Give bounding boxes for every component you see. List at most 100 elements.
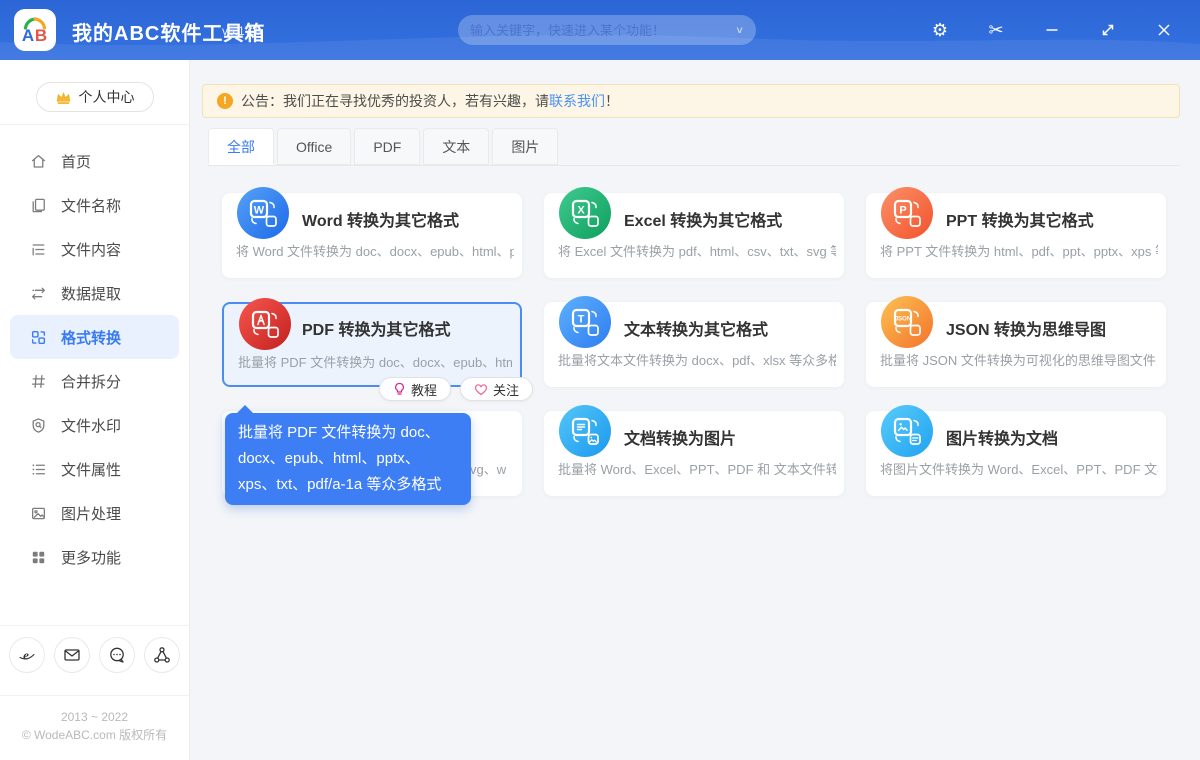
category-tabs: 全部 Office PDF 文本 图片	[208, 128, 1180, 166]
contact-us-link[interactable]: 联系我们	[549, 93, 605, 109]
text-convert-icon: T	[559, 296, 611, 348]
card-desc: 将 PPT 文件转换为 html、pdf、ppt、pptx、xps 等众	[880, 244, 1158, 259]
chat-icon	[110, 647, 124, 663]
sidebar-item-label: 文件水印	[61, 417, 122, 435]
card-title: PPT 转换为其它格式	[946, 213, 1094, 230]
card-text-convert[interactable]: T 文本转换为其它格式 批量将文本文件转换为 docx、pdf、xlsx 等众多…	[544, 296, 844, 387]
search-input[interactable]	[470, 22, 736, 38]
merge-split-icon	[32, 374, 45, 388]
tab-all[interactable]: 全部	[208, 128, 274, 165]
screenshot-button[interactable]: ✂	[968, 0, 1024, 60]
mail-link[interactable]	[54, 637, 90, 673]
watermark-icon	[32, 417, 45, 433]
ie-browser-icon: e	[19, 648, 35, 663]
minimize-icon	[1046, 29, 1058, 31]
excel-convert-icon: X	[559, 187, 611, 239]
sidebar: 个人中心 首页 文件名称 文件内容 数据提取 格式转换 合并拆分 文件水印 文件…	[0, 60, 190, 760]
announcement-text: 公告：我们正在寻找优秀的投资人，若有兴趣，请联系我们！	[241, 91, 619, 111]
sidebar-item-file-content[interactable]: 文件内容	[0, 227, 189, 271]
card-desc: 批量将 PDF 文件转换为 doc、docx、epub、html、	[238, 355, 512, 370]
app-window: A B 我的ABC软件工具箱 v6.17.0 ∨ ⚙ ✂	[0, 0, 1200, 760]
chevron-down-icon[interactable]: ∨	[735, 24, 744, 35]
sidebar-item-home[interactable]: 首页	[0, 139, 189, 183]
image-to-doc-icon	[881, 405, 933, 457]
sidebar-item-label: 文件名称	[61, 197, 122, 215]
window-controls: ⚙ ✂	[912, 0, 1192, 60]
copyright-years: 2013 ~ 2022	[60, 710, 129, 724]
card-title: 文本转换为其它格式	[624, 322, 769, 339]
mail-icon	[64, 649, 80, 661]
tab-image[interactable]: 图片	[492, 128, 559, 165]
minimize-button[interactable]	[1024, 0, 1080, 60]
copyright-owner: © WodeABC.com 版权所有	[21, 728, 168, 742]
profile-center-button[interactable]: 个人中心	[35, 82, 154, 112]
card-title: 图片转换为文档	[946, 431, 1059, 448]
card-image-to-doc[interactable]: 图片转换为文档 将图片文件转换为 Word、Excel、PPT、PDF 文档格	[866, 405, 1166, 496]
card-excel-convert[interactable]: X Excel 转换为其它格式 将 Excel 文件转换为 pdf、html、c…	[544, 187, 844, 278]
sidebar-item-file-name[interactable]: 文件名称	[0, 183, 189, 227]
data-extract-icon	[32, 287, 45, 299]
pdf-convert-icon	[239, 298, 291, 350]
sidebar-item-label: 格式转换	[61, 329, 122, 347]
sidebar-menu: 首页 文件名称 文件内容 数据提取 格式转换 合并拆分 文件水印 文件属性 图片…	[0, 139, 189, 579]
follow-label: 关注	[492, 382, 519, 398]
card-title: Word 转换为其它格式	[302, 213, 460, 230]
card-doc-to-image[interactable]: 文档转换为图片 批量将 Word、Excel、PPT、PDF 和 文本文件转换为	[544, 405, 844, 496]
sidebar-item-label: 文件属性	[61, 461, 122, 479]
announcement-prefix: 公告：我们正在寻找优秀的投资人，若有兴趣，请	[241, 93, 549, 109]
close-button[interactable]	[1136, 0, 1192, 60]
svg-text:B: B	[35, 26, 47, 45]
sidebar-bottom: e 2013 ~ 2022 © WodeABC.com 版权所有	[0, 613, 189, 760]
announcement-suffix: ！	[605, 93, 619, 109]
sidebar-item-format-convert[interactable]: 格式转换	[10, 315, 179, 359]
settings-button[interactable]: ⚙	[912, 0, 968, 60]
card-desc: 将 Excel 文件转换为 pdf、html、csv、txt、svg 等众	[558, 244, 836, 259]
svg-text:W: W	[254, 205, 265, 217]
file-name-icon	[32, 198, 45, 212]
main-content: ! 公告：我们正在寻找优秀的投资人，若有兴趣，请联系我们！ 全部 Office …	[190, 60, 1200, 760]
sidebar-item-file-attrs[interactable]: 文件属性	[0, 447, 189, 491]
browser-link[interactable]: e	[9, 637, 45, 673]
home-icon	[32, 154, 45, 168]
sidebar-item-label: 文件内容	[61, 241, 122, 259]
sidebar-item-data-extract[interactable]: 数据提取	[0, 271, 189, 315]
tutorial-button[interactable]: 教程	[378, 377, 451, 401]
lightbulb-icon	[395, 382, 404, 395]
maximize-button[interactable]	[1080, 0, 1136, 60]
card-desc: 批量将 JSON 文件转换为可视化的思维导图文件，在	[880, 353, 1158, 368]
global-search[interactable]: ∨	[458, 15, 756, 45]
sidebar-item-merge-split[interactable]: 合并拆分	[0, 359, 189, 403]
share-network-icon	[154, 647, 170, 663]
chat-link[interactable]	[99, 637, 135, 673]
json-mindmap-icon: JSON	[881, 296, 933, 348]
share-link[interactable]	[144, 637, 180, 673]
card-pdf-convert[interactable]: PDF 转换为其它格式 批量将 PDF 文件转换为 doc、docx、epub、…	[222, 298, 533, 401]
tab-text[interactable]: 文本	[423, 128, 490, 165]
card-title: PDF 转换为其它格式	[302, 322, 451, 339]
close-icon	[1158, 24, 1170, 36]
svg-text:P: P	[899, 205, 906, 217]
card-json-mindmap[interactable]: JSON JSON 转换为思维导图 批量将 JSON 文件转换为可视化的思维导图…	[866, 296, 1166, 387]
copyright: 2013 ~ 2022 © WodeABC.com 版权所有	[0, 696, 189, 760]
card-word-convert[interactable]: W Word 转换为其它格式 将 Word 文件转换为 doc、docx、epu…	[222, 187, 522, 278]
sidebar-item-label: 图片处理	[61, 505, 122, 523]
format-convert-icon	[31, 330, 46, 344]
sidebar-item-watermark[interactable]: 文件水印	[0, 403, 189, 447]
card-desc: 批量将文本文件转换为 docx、pdf、xlsx 等众多格式	[558, 353, 836, 368]
card-desc: 批量将 Word、Excel、PPT、PDF 和 文本文件转换为	[558, 462, 836, 477]
social-links: e	[0, 626, 189, 683]
doc-to-image-icon	[559, 405, 611, 457]
image-process-icon	[32, 507, 45, 519]
heart-icon	[474, 383, 488, 395]
sidebar-item-more-features[interactable]: 更多功能	[0, 535, 189, 579]
sidebar-item-label: 首页	[61, 153, 92, 171]
card-ppt-convert[interactable]: P PPT 转换为其它格式 将 PPT 文件转换为 html、pdf、ppt、p…	[866, 187, 1166, 278]
svg-text:X: X	[577, 205, 585, 217]
sidebar-item-label: 合并拆分	[61, 373, 122, 391]
more-features-icon	[32, 551, 45, 563]
card-desc: 将 Word 文件转换为 doc、docx、epub、html、pd	[236, 244, 514, 259]
follow-button[interactable]: 关注	[459, 377, 533, 401]
sidebar-item-image-process[interactable]: 图片处理	[0, 491, 189, 535]
tab-office[interactable]: Office	[277, 128, 352, 165]
tab-pdf[interactable]: PDF	[354, 128, 421, 165]
